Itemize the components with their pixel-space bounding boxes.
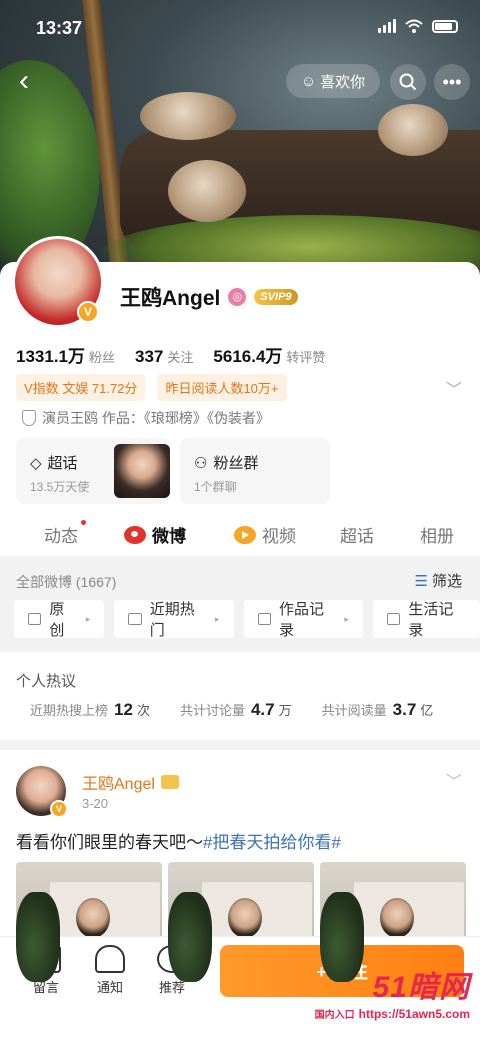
chip-original[interactable]: 原创 ▸ [14,600,105,639]
filter-button[interactable]: ☰ 筛选 [415,570,462,591]
back-button[interactable]: ‹ [8,66,40,98]
super-topic-card[interactable]: ◇ 超话 13.5万天使 [16,438,170,504]
super-topic-thumbnail [114,444,170,498]
svip-badge[interactable]: SVIP9 [254,289,298,305]
fan-group-sub: 1个群聊 [194,480,237,494]
layers-icon [28,613,42,625]
stat-interactions[interactable]: 5616.4万 转评赞 [213,342,325,367]
layers-icon [128,613,142,625]
stat-following[interactable]: 337 关注 [135,347,193,367]
post-author: 王鸥Angel [82,776,155,793]
personal-hot-panel: 个人热议 近期热搜上榜 12 次 共计讨论量 4.7 万 共计阅读量 3.7 亿 [0,652,480,740]
fan-group-card[interactable]: ⚇ 粉丝群 1个群聊 [180,438,330,504]
feed-filter-bar: 全部微博 (1667) ☰ 筛选 原创 ▸ 近期热门 ▸ 作品记录 ▸ 生活记录 [0,558,480,650]
super-topic-sub: 13.5万天使 [30,480,90,494]
profile-stats: 1331.1万 粉丝 337 关注 5616.4万 转评赞 [16,342,325,367]
status-bar: 13:37 [0,0,480,58]
tab-album[interactable]: 相册 [420,522,454,547]
weibo-icon [124,525,146,544]
profile-tags: V指数 文娱 71.72分 昨日阅读人数10万+ [16,374,287,401]
stat-fans[interactable]: 1331.1万 粉丝 [16,342,115,367]
profile-tabs: 动态 微博 视频 超话 相册 [0,508,480,558]
profile-intro: 演员王鸥 作品：《琅琊榜》《伪装者》 [22,408,270,428]
intro-text: 演员王鸥 作品：《琅琊榜》《伪装者》 [42,410,270,426]
watermark-url: 国内入口 https://51awn5.com [314,1007,470,1021]
profile-name-row: 王鸥Angel ◎ SVIP9 [120,282,298,312]
reader-tag[interactable]: 昨日阅读人数10万+ [157,374,287,401]
read-stat: 共计阅读量 3.7 亿 [321,700,434,719]
tab-video[interactable]: 视频 [234,522,296,547]
post-text: 看看你们眼里的春天吧～#把春天拍给你看# [16,833,341,852]
shield-icon [22,410,36,426]
like-button[interactable]: ☺ 喜欢你 [286,64,380,98]
verified-icon: V [77,301,99,323]
layers-icon [386,613,401,625]
layers-icon [257,613,272,625]
chevron-down-icon[interactable]: ﹀ [446,376,462,400]
group-icon: ⚇ [194,454,208,472]
post-date: 3-20 [82,796,109,811]
tab-super-topic[interactable]: 超话 [340,522,374,547]
v-index-tag[interactable]: V指数 文娱 71.72分 [16,374,146,401]
avatar[interactable]: V [12,236,104,328]
like-label: 喜欢你 [320,73,366,91]
search-button[interactable] [390,64,426,100]
feed-count: 全部微博 (1667) [16,574,117,590]
video-icon [234,525,256,544]
profile-sub-cards: ◇ 超话 13.5万天使 ⚇ 粉丝群 1个群聊 [16,438,330,504]
profile-name: 王鸥Angel [120,287,221,310]
chevron-down-icon[interactable]: ﹀ [446,768,462,792]
post-avatar[interactable]: V [16,766,68,818]
wifi-icon [405,19,423,33]
signal-icon [378,19,396,33]
more-icon: ••• [442,71,462,92]
chip-life[interactable]: 生活记录 [372,600,480,639]
filter-icon: ☰ [414,572,428,590]
chip-recent-hot[interactable]: 近期热门 ▸ [114,600,234,639]
diamond-icon: ◇ [30,454,42,472]
verified-icon: V [50,800,68,818]
more-button[interactable]: ••• [434,64,470,100]
discussion-stat: 共计讨论量 4.7 万 [179,700,292,719]
battery-icon [432,19,458,33]
post-author-row[interactable]: 王鸥Angel [82,770,179,794]
crown-icon [160,775,179,789]
member-icon[interactable]: ◎ [228,288,247,306]
bell-icon [95,945,125,973]
search-icon [399,73,417,91]
fan-group-title: 粉丝群 [213,455,259,472]
hot-title: 个人热议 [16,673,77,690]
topic-link[interactable]: #把春天拍给你看# [203,833,341,852]
notify-button[interactable]: 通知 [82,945,138,996]
hot-search-stat: 近期热搜上榜 12 次 [30,700,150,719]
status-time: 13:37 [36,18,83,38]
like-icon: ☺ [300,72,317,90]
chip-works[interactable]: 作品记录 ▸ [243,600,363,639]
super-topic-title: 超话 [47,455,78,472]
unread-dot [81,520,86,525]
tab-dynamic[interactable]: 动态 [44,520,86,547]
tab-weibo[interactable]: 微博 [124,522,186,547]
